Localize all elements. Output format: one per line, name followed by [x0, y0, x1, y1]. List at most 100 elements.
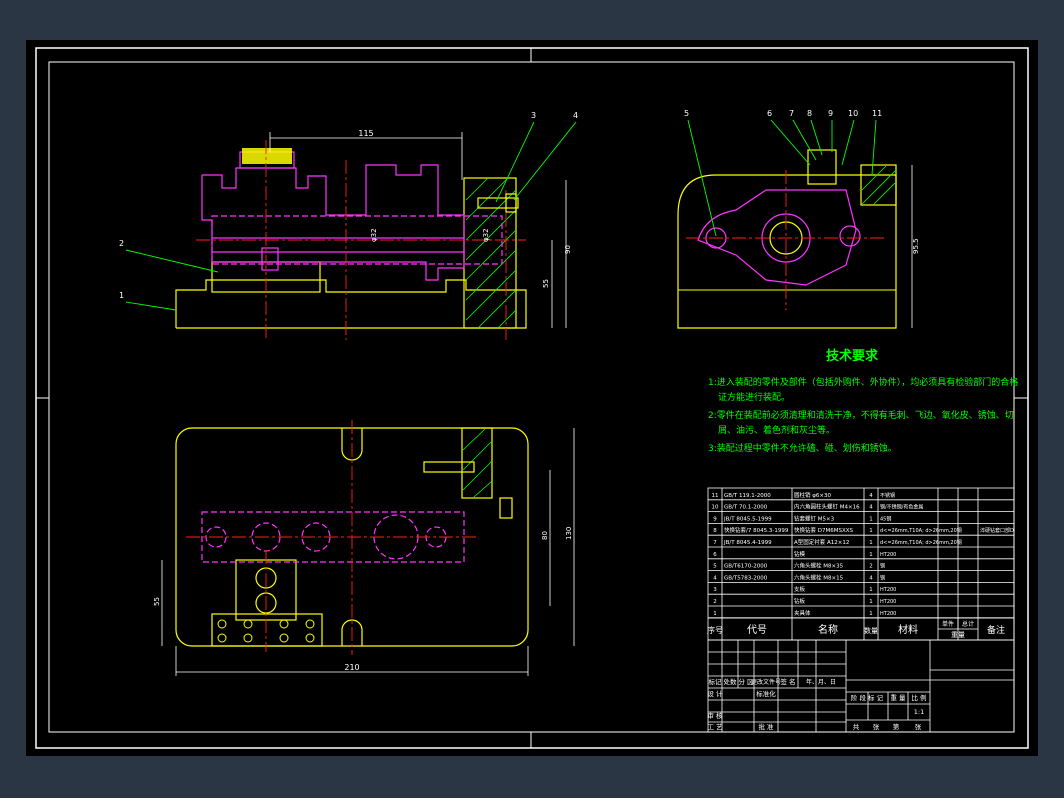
side-leaders [687, 119, 877, 237]
bom-cell-mat: 钢 [880, 563, 885, 570]
bom-cell-code: GB/T 119.1-2000 [724, 493, 771, 499]
dim-plan-height: 130 [565, 527, 573, 540]
tb-biaoji: 标记 [709, 677, 723, 686]
dim-plan-inner: 80 [541, 531, 549, 540]
bom-cell-mat: HT200 [880, 552, 896, 558]
dim-h95: 95.5 [912, 238, 920, 254]
tb-chushu: 处数 [724, 677, 738, 686]
tb-nyr: 年、月、日 [806, 678, 836, 686]
bom-cell-qty: 2 [869, 564, 873, 570]
tech-line-4: 屑、油污、着色剂和灰尘等。 [718, 424, 835, 436]
bom-rows: 11 GB/T 119.1-2000 圆柱销 φ6×30 4 不锈钢10 GB/T 70.… [708, 491, 1014, 619]
balloon-7: 7 [789, 109, 794, 118]
tech-requirements: 技术要求 1:进入装配的零件及部件（包括外购件、外协件），均必须具有检验部门的合… [708, 348, 1018, 454]
dim-top-width: 115 [358, 129, 373, 138]
bom-cell-mat: HT200 [880, 587, 896, 593]
balloon-5: 5 [684, 109, 689, 118]
tech-line-1: 1:进入装配的零件及部件（包括外购件、外协件），均必须具有检验部门的合格 [708, 376, 1018, 388]
hdr-wt: 重量 [951, 631, 965, 639]
tb-biaozhunhua: 标准化 [756, 689, 776, 698]
bom-cell-name: A型固定衬套 A12×12 [794, 538, 849, 546]
tb-qianming: 签 名 [780, 677, 795, 686]
tech-line-5: 3:装配过程中零件不允许磕、碰、划伤和锈蚀。 [708, 442, 897, 454]
bom-cell-mat: 钢 [880, 574, 885, 581]
bom-cell-qty: 1 [869, 611, 873, 617]
bom-cell-qty: 4 [869, 505, 873, 511]
tb-sheji: 设 计 [707, 689, 723, 698]
bom-cell-qty: 1 [869, 599, 873, 605]
bom-cell-mat: 不锈钢 [880, 492, 895, 499]
hdr-mat: 材料 [898, 623, 918, 636]
dim-h90: 90 [564, 245, 572, 254]
tb-gongyi: 工 艺 [707, 723, 723, 731]
tb-di: 第 [893, 722, 900, 731]
tb-shenhe: 审 核 [707, 711, 723, 720]
bom-cell-no: 3 [713, 587, 717, 593]
tb-scale: 1:1 [914, 708, 924, 716]
bom-cell-no: 7 [713, 540, 717, 546]
bom-cell-no: 5 [713, 564, 717, 570]
tb-gong: 共 [853, 722, 860, 731]
bom-cell-name: 六角头螺栓 M8×35 [794, 562, 844, 570]
hdr-no: 序号 [707, 625, 723, 635]
tb-jieduan: 阶 段 标 记 [851, 693, 884, 702]
bom-cell-name: 快换钻套 D7M6MSXXS [794, 526, 853, 534]
bom-cell-code: JB/T 8045.5-1999 [723, 516, 772, 522]
balloon-1: 1 [119, 291, 124, 300]
bom-cell-mat: d<=26mm,T10A; d>26mm,20钢 [880, 539, 962, 546]
side-view: 95.5 5 6 7 8 9 10 11 [677, 109, 920, 329]
bom-cell-no: 8 [713, 528, 717, 534]
bom-cell-name: 钻板 [794, 597, 806, 605]
bom-cell-qty: 1 [869, 552, 873, 558]
tb-gengai: 更改文件号 [751, 678, 781, 686]
bom-cell-name: 夹具体 [794, 609, 811, 617]
balloon-8: 8 [807, 109, 812, 118]
balloon-3: 3 [531, 111, 536, 120]
bom-cell-name: 圆柱销 φ6×30 [794, 491, 831, 499]
balloon-6: 6 [767, 109, 772, 118]
bom-header: 序号 代号 名称 数量 材料 单件 总计 重量 备注 [707, 617, 1014, 639]
bom-cell-qty: 1 [869, 516, 873, 522]
hdr-name: 名称 [818, 623, 838, 636]
balloon-9: 9 [828, 109, 833, 118]
bom-cell-name: 支板 [794, 585, 806, 593]
bom-cell-no: 9 [713, 516, 717, 522]
bom-cell-mat: HT200 [880, 599, 896, 605]
hatch-front [465, 177, 517, 329]
bom-cell-no: 2 [713, 599, 717, 605]
front-dims [269, 132, 567, 328]
bom-cell-qty: 1 [869, 540, 873, 546]
bom-cell-code: GB/T6170-2000 [724, 564, 768, 570]
bom-cell-mat: 45钢 [880, 515, 891, 522]
dim-plan-width: 210 [344, 663, 359, 672]
hatch-side [861, 165, 897, 205]
dim-plan-left: 55 [153, 597, 161, 606]
balloon-11: 11 [872, 109, 882, 118]
bom-cell-mat: HT200 [880, 611, 896, 617]
front-view: 115 φ32 φ32 90 55 1 2 3 4 [119, 111, 578, 340]
bom-cell-qty: 4 [869, 575, 873, 581]
dim-h55: 55 [542, 279, 550, 288]
bom-cell-code: GB/T5783-2000 [724, 575, 768, 581]
drawing-canvas: 115 φ32 φ32 90 55 1 2 3 4 95.5 5 6 7 8 9… [26, 40, 1038, 756]
bom-cell-name: 钻模 [794, 550, 806, 558]
bom-cell-no: 11 [712, 493, 719, 499]
bom-cell-no: 6 [713, 552, 717, 558]
knurled-knob [242, 148, 292, 164]
side-workpiece [697, 189, 861, 286]
hdr-w2: 总计 [962, 620, 974, 628]
balloon-2: 2 [119, 239, 124, 248]
title-block [707, 639, 1015, 733]
tb-zhongliang: 重 量 [890, 694, 906, 702]
bom-cell-mat: d<=26mm,T10A; d>26mm,20钢 [880, 527, 962, 534]
bom-cell-no: 10 [712, 505, 719, 511]
tb-zhang1: 张 [873, 722, 880, 731]
tech-line-3: 2:零件在装配前必须清理和清洗干净，不得有毛刺、飞边、氧化皮、锈蚀、切 [708, 409, 1014, 421]
hdr-qty: 数量 [864, 626, 878, 635]
bom-cell-name: 钻套螺钉 M5×3 [794, 514, 835, 522]
dim-phi-b: φ32 [482, 228, 490, 242]
bom-cell-qty: 4 [869, 493, 873, 499]
bom-cell-name: 六角头螺栓 M8×15 [794, 573, 844, 581]
bom-cell-mat: 钢/不锈钢/有色金属 [880, 504, 923, 511]
bom-cell-note: 淬硬钻套口部D [980, 527, 1014, 534]
